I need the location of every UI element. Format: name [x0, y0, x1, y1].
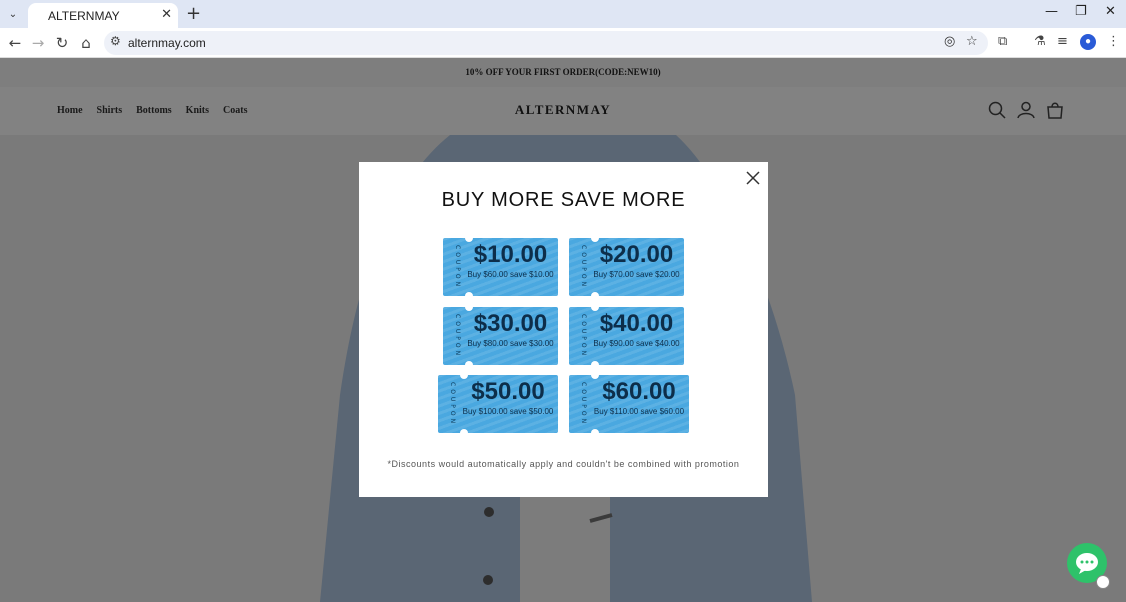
- coupon-description: Buy $80.00 save $30.00: [467, 339, 554, 348]
- home-icon[interactable]: ⌂: [76, 33, 96, 53]
- url-text[interactable]: alternmay.com: [128, 36, 206, 50]
- coupon-amount: $20.00: [599, 241, 674, 268]
- new-tab-icon[interactable]: +: [186, 3, 201, 24]
- site-header: Home Shirts Bottoms Knits Coats ALTERNMA…: [0, 87, 1126, 135]
- coupon-amount: $30.00: [473, 310, 548, 337]
- extensions-icon[interactable]: ⧉: [998, 34, 1007, 49]
- coupon-card[interactable]: COUPON $50.00 Buy $100.00 save $50.00: [438, 375, 558, 433]
- labs-icon[interactable]: ⚗: [1034, 34, 1046, 49]
- minimize-icon[interactable]: —: [1045, 4, 1058, 19]
- coupon-card[interactable]: COUPON $30.00 Buy $80.00 save $30.00: [443, 307, 558, 365]
- window-close-icon[interactable]: ✕: [1105, 4, 1116, 19]
- back-icon[interactable]: ←: [5, 33, 25, 53]
- coupon-card[interactable]: COUPON $10.00 Buy $60.00 save $10.00: [443, 238, 558, 296]
- browser-tab-bar: ⌄ ALTERNMAY ✕ + — ❐ ✕: [0, 0, 1126, 28]
- site-info-icon[interactable]: ⚙: [110, 34, 121, 48]
- announcement-text: 10% OFF YOUR FIRST ORDER(CODE:NEW10): [465, 67, 661, 77]
- browser-menu-icon[interactable]: ⋮: [1107, 34, 1120, 49]
- reload-icon[interactable]: ↻: [52, 33, 72, 53]
- coupon-card[interactable]: COUPON $20.00 Buy $70.00 save $20.00: [569, 238, 684, 296]
- bookmark-star-icon[interactable]: ☆: [966, 34, 978, 49]
- forward-icon[interactable]: →: [28, 33, 48, 53]
- coupon-description: Buy $70.00 save $20.00: [593, 270, 680, 279]
- coupon-label: COUPON: [580, 244, 587, 290]
- browser-tab[interactable]: ALTERNMAY ✕: [28, 3, 178, 28]
- coupon-description: Buy $110.00 save $60.00: [593, 407, 685, 416]
- site-logo[interactable]: ALTERNMAY: [0, 102, 1126, 118]
- tab-search-icon[interactable]: ⌄: [4, 5, 22, 23]
- coupon-amount: $50.00: [471, 378, 545, 405]
- coupon-amount: $10.00: [473, 241, 548, 268]
- announcement-bar: 10% OFF YOUR FIRST ORDER(CODE:NEW10): [0, 58, 1126, 87]
- coupon-label: COUPON: [449, 381, 456, 427]
- account-icon[interactable]: [1015, 99, 1037, 121]
- eye-off-icon[interactable]: ◎: [944, 34, 955, 49]
- coupon-amount: $40.00: [599, 310, 674, 337]
- chat-status-icon: [1096, 575, 1110, 589]
- coupon-label: COUPON: [580, 313, 587, 359]
- modal-title: BUY MORE SAVE MORE: [441, 189, 686, 211]
- discount-note: *Discounts would automatically apply and…: [387, 459, 740, 469]
- coupon-description: Buy $60.00 save $10.00: [467, 270, 554, 279]
- coupon-label: COUPON: [454, 244, 461, 290]
- media-icon[interactable]: ≡: [1057, 34, 1068, 49]
- browser-toolbar: ← → ↻ ⌂ ⚙ alternmay.com ◎ ☆ ⧉ ⚗ ≡ ● ⋮: [0, 28, 1126, 58]
- profile-avatar-icon[interactable]: ●: [1080, 34, 1096, 50]
- promo-modal: BUY MORE SAVE MORE COUPON $10.00 Buy $60…: [359, 162, 768, 497]
- coupon-amount: $60.00: [602, 378, 676, 405]
- modal-close-icon[interactable]: [745, 170, 761, 186]
- coupon-card[interactable]: COUPON $40.00 Buy $90.00 save $40.00: [569, 307, 684, 365]
- search-icon[interactable]: [986, 99, 1008, 121]
- cart-icon[interactable]: [1044, 99, 1066, 121]
- tab-close-icon[interactable]: ✕: [161, 7, 172, 22]
- address-bar[interactable]: ⚙ alternmay.com ◎ ☆: [104, 31, 988, 55]
- coupon-card[interactable]: COUPON $60.00 Buy $110.00 save $60.00: [569, 375, 689, 433]
- tab-title: ALTERNMAY: [48, 9, 120, 23]
- coupon-description: Buy $100.00 save $50.00: [462, 407, 554, 416]
- coupon-description: Buy $90.00 save $40.00: [593, 339, 680, 348]
- restore-icon[interactable]: ❐: [1075, 4, 1087, 19]
- coupon-label: COUPON: [580, 381, 587, 427]
- coupon-label: COUPON: [454, 313, 461, 359]
